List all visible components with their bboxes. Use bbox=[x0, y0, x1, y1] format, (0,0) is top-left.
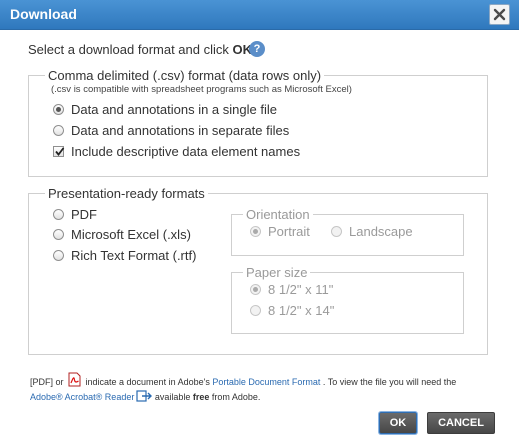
intro-text-before: Select a download format and click bbox=[28, 42, 233, 57]
xls-radio[interactable] bbox=[53, 229, 64, 240]
portable-document-format-link[interactable]: Portable Document Format bbox=[212, 377, 320, 387]
include-names-label: Include descriptive data element names bbox=[71, 144, 301, 159]
pdf-file-icon bbox=[68, 372, 81, 387]
include-names-option[interactable]: Include descriptive data element names bbox=[53, 144, 300, 159]
dialog-title: Download bbox=[10, 6, 77, 22]
csv-legend: Comma delimited (.csv) format (data rows… bbox=[45, 68, 325, 83]
pdf-note-part1: [PDF] or bbox=[30, 377, 67, 387]
csv-option-single-file[interactable]: Data and annotations in a single file bbox=[53, 102, 277, 117]
paper-size-option-legal[interactable]: 8 1/2" x 14" bbox=[250, 303, 334, 318]
landscape-radio[interactable] bbox=[331, 226, 342, 237]
orientation-option-landscape[interactable]: Landscape bbox=[331, 224, 413, 239]
acrobat-reader-link[interactable]: Adobe® Acrobat® Reader bbox=[30, 392, 134, 402]
paper-size-legend: Paper size bbox=[243, 265, 311, 280]
legal-radio[interactable] bbox=[250, 305, 261, 316]
portrait-label: Portrait bbox=[268, 224, 310, 239]
pdf-note-part3: . To view the file you will need the bbox=[320, 377, 457, 387]
single-file-label: Data and annotations in a single file bbox=[71, 102, 277, 117]
cancel-button[interactable]: CANCEL bbox=[427, 412, 495, 434]
format-option-xls[interactable]: Microsoft Excel (.xls) bbox=[53, 227, 191, 242]
include-names-checkbox[interactable] bbox=[53, 146, 65, 157]
pdf-note-part2: indicate a document in Adobe's bbox=[83, 377, 213, 387]
letter-label: 8 1/2" x 11" bbox=[268, 282, 334, 297]
format-option-rtf[interactable]: Rich Text Format (.rtf) bbox=[53, 248, 196, 263]
close-button[interactable] bbox=[489, 4, 510, 25]
separate-files-label: Data and annotations in separate files bbox=[71, 123, 290, 138]
format-option-pdf[interactable]: PDF bbox=[53, 207, 97, 222]
landscape-label: Landscape bbox=[349, 224, 413, 239]
close-icon bbox=[493, 8, 506, 21]
intro-text: Select a download format and click OK. bbox=[28, 42, 256, 57]
orientation-legend: Orientation bbox=[243, 207, 313, 222]
ok-button[interactable]: OK bbox=[379, 412, 417, 434]
separate-files-radio[interactable] bbox=[53, 125, 64, 136]
paper-size-option-letter[interactable]: 8 1/2" x 11" bbox=[250, 282, 333, 297]
pdf-label: PDF bbox=[71, 207, 97, 222]
pdf-note: [PDF] or indicate a document in Adobe's … bbox=[30, 372, 500, 405]
pdf-note-part4: available bbox=[152, 392, 193, 402]
xls-label: Microsoft Excel (.xls) bbox=[71, 227, 191, 242]
pdf-note-part5: from Adobe. bbox=[209, 392, 261, 402]
checkmark-icon bbox=[55, 147, 65, 156]
rtf-radio[interactable] bbox=[53, 250, 64, 261]
portrait-radio[interactable] bbox=[250, 226, 261, 237]
dialog-titlebar: Download bbox=[0, 0, 519, 30]
csv-note: (.csv is compatible with spreadsheet pro… bbox=[51, 84, 352, 95]
csv-option-separate-files[interactable]: Data and annotations in separate files bbox=[53, 123, 289, 138]
pdf-radio[interactable] bbox=[53, 209, 64, 220]
legal-label: 8 1/2" x 14" bbox=[268, 303, 335, 318]
presentation-legend: Presentation-ready formats bbox=[45, 186, 208, 201]
question-mark-icon[interactable]: ? bbox=[249, 41, 265, 57]
rtf-label: Rich Text Format (.rtf) bbox=[71, 248, 197, 263]
single-file-radio[interactable] bbox=[53, 104, 64, 115]
external-link-icon[interactable] bbox=[136, 390, 153, 402]
orientation-option-portrait[interactable]: Portrait bbox=[250, 224, 310, 239]
free-word: free bbox=[192, 392, 210, 402]
letter-radio[interactable] bbox=[250, 284, 261, 295]
